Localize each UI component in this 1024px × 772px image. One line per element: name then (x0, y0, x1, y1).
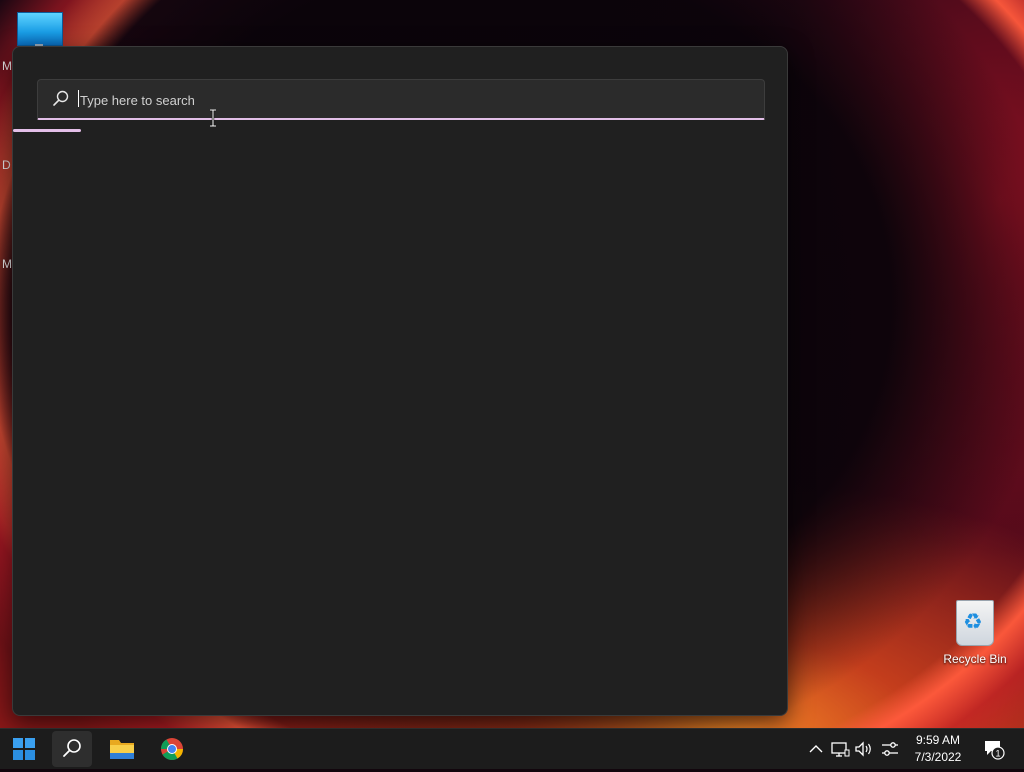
text-caret (78, 90, 79, 107)
system-clock[interactable]: 9:59 AM 7/3/2022 (906, 732, 970, 766)
start-button[interactable] (4, 731, 44, 767)
this-pc-icon[interactable] (17, 12, 63, 46)
settings-sliders-icon[interactable] (880, 739, 900, 759)
notification-icon: 1 (985, 741, 1005, 760)
desktop-icon-label-partial: D (2, 158, 11, 172)
desktop-icon-label-partial: M (2, 59, 12, 73)
show-hidden-icons-chevron-up-icon[interactable] (806, 739, 826, 759)
chrome-button[interactable] (152, 731, 192, 767)
search-icon (53, 90, 69, 106)
clock-time: 9:59 AM (915, 733, 961, 747)
recycle-bin-label: Recycle Bin (943, 652, 1007, 666)
notification-count: 1 (995, 749, 1000, 759)
folder-icon (110, 740, 134, 759)
taskbar-search-button[interactable] (52, 731, 92, 767)
taskbar: 9:59 AM 7/3/2022 1 (0, 728, 1024, 769)
windows-start-icon (13, 738, 35, 760)
recycle-bin-icon: ♻ (956, 600, 994, 646)
search-box[interactable] (37, 79, 765, 120)
chrome-icon (161, 738, 183, 760)
text-cursor-icon (210, 109, 216, 127)
search-input[interactable] (78, 80, 742, 120)
network-icon[interactable] (830, 739, 850, 759)
notifications-button[interactable]: 1 (982, 737, 1006, 766)
file-explorer-button[interactable] (102, 731, 142, 767)
search-icon (63, 739, 81, 757)
search-panel (12, 46, 788, 716)
recycle-bin-shortcut[interactable]: ♻ Recycle Bin (940, 600, 1010, 666)
loading-progress-bar (13, 129, 81, 132)
desktop-icon-label-partial: M (2, 257, 12, 271)
clock-date: 7/3/2022 (914, 750, 962, 764)
volume-icon[interactable] (853, 739, 873, 759)
